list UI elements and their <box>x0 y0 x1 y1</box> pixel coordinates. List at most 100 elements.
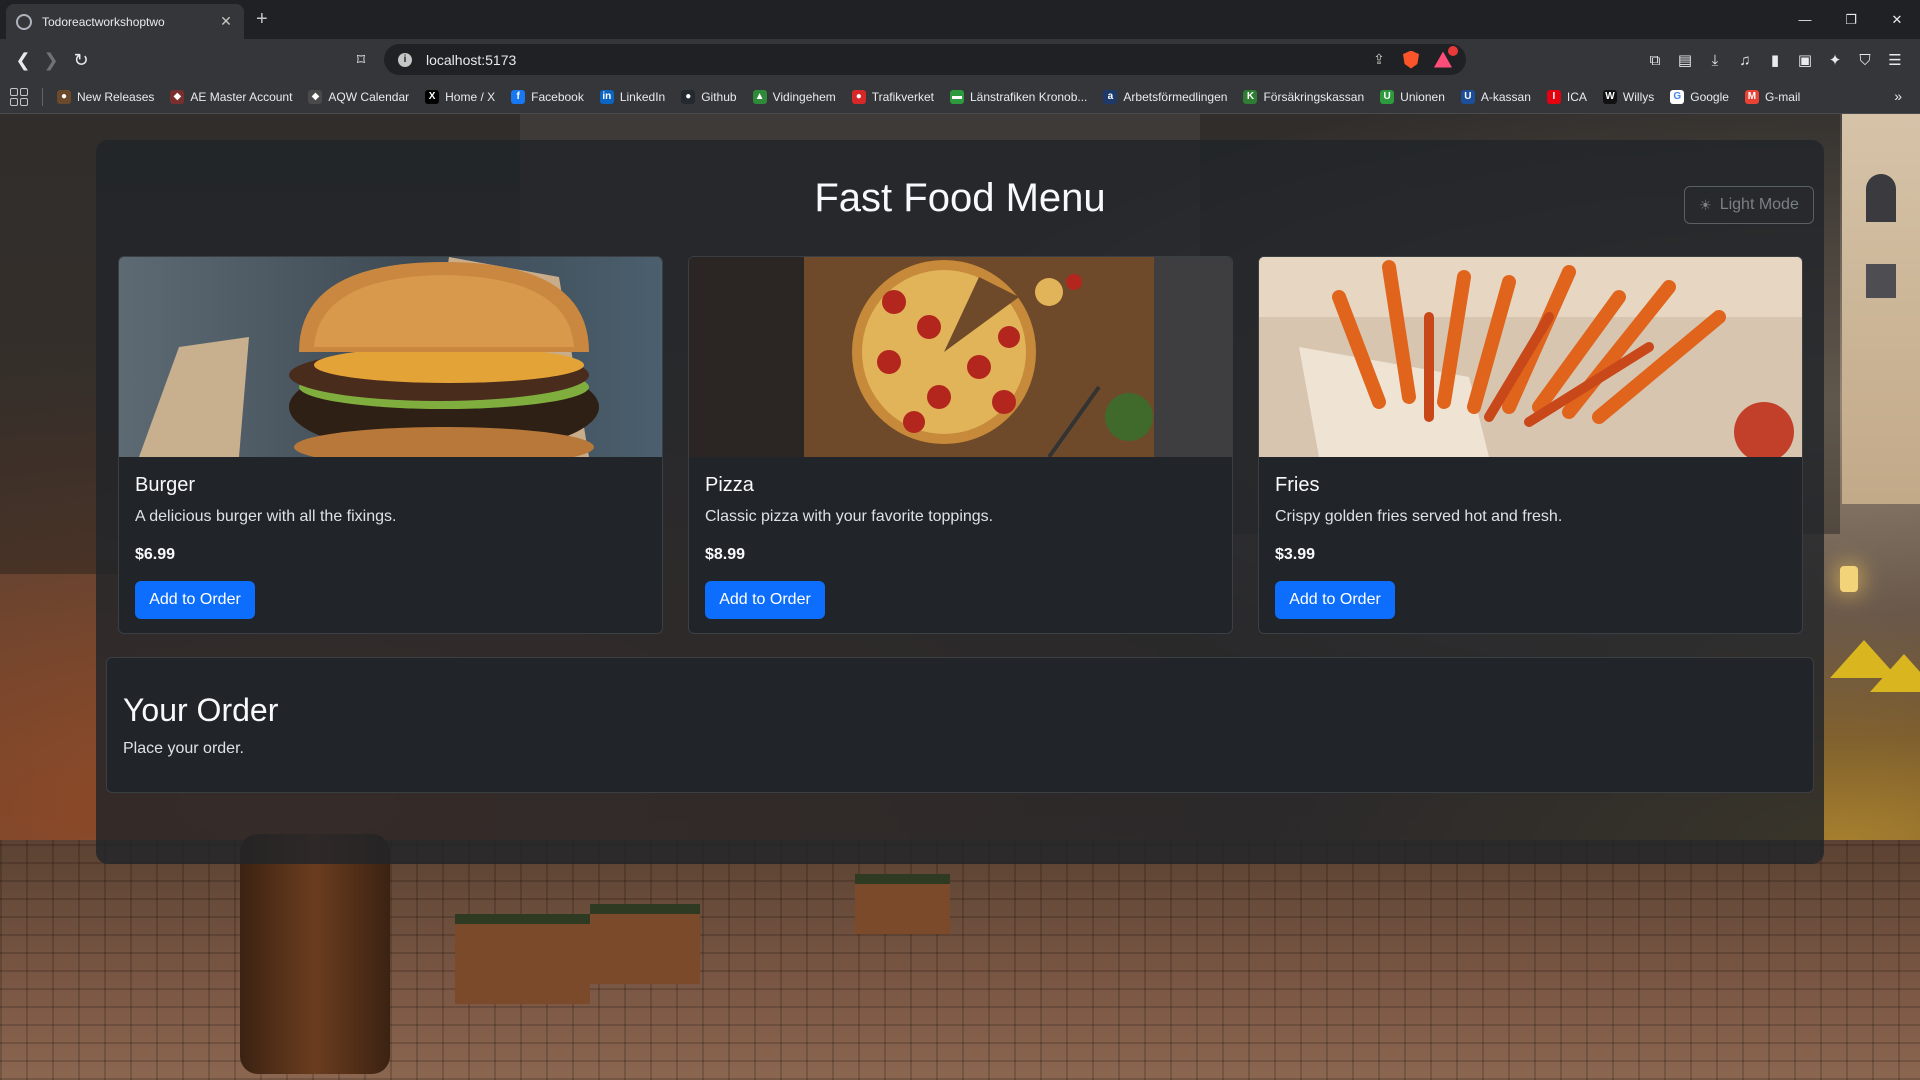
item-price: $6.99 <box>135 546 176 563</box>
bookmark-item[interactable]: f Facebook <box>511 89 584 104</box>
bookmark-favicon-icon: ▬ <box>949 89 964 104</box>
bookmark-item[interactable]: ● Trafikverket <box>851 89 934 104</box>
menu-card-fries: Fries Crispy golden fries served hot and… <box>1258 256 1803 634</box>
browser-tab[interactable]: Todoreactworkshoptwo ✕ <box>6 4 244 39</box>
bookmark-favicon-icon: ● <box>681 89 696 104</box>
extensions-icon[interactable]: ⧉ <box>1642 47 1668 73</box>
address-bar[interactable]: i localhost:5173 ⇪ <box>384 44 1466 75</box>
back-icon[interactable]: ❮ <box>10 47 36 73</box>
vpn-icon[interactable]: ⛉ <box>1852 47 1878 73</box>
reload-icon[interactable]: ↻ <box>68 47 94 73</box>
window-controls: — ❐ ✕ <box>1782 0 1920 39</box>
bookmark-favicon-icon: K <box>1243 89 1258 104</box>
downloads-icon[interactable]: ⤓ <box>1702 47 1728 73</box>
light-mode-label: Light Mode <box>1719 196 1799 213</box>
url-text[interactable]: localhost:5173 <box>426 52 1356 68</box>
tab-title: Todoreactworkshoptwo <box>42 14 165 29</box>
sidebar-icon[interactable]: ▮ <box>1762 47 1788 73</box>
forward-icon[interactable]: ❯ <box>38 47 64 73</box>
bookmark-favicon-icon: G <box>1670 89 1685 104</box>
bookmark-icon[interactable]: ⌑ <box>348 47 374 73</box>
tab-strip: Todoreactworkshoptwo ✕ + — ❐ ✕ <box>0 0 1920 39</box>
bookmark-label: Försäkringskassan <box>1263 89 1365 104</box>
planter <box>455 914 590 1004</box>
bookmark-favicon-icon: W <box>1602 89 1617 104</box>
bookmark-item[interactable]: K Försäkringskassan <box>1243 89 1365 104</box>
item-name: Burger <box>135 474 196 496</box>
bookmark-favicon-icon: ● <box>851 89 866 104</box>
bookmark-item[interactable]: ▲ Vidingehem <box>752 89 836 104</box>
bookmark-item[interactable]: a Arbetsförmedlingen <box>1103 89 1228 104</box>
new-tab-button[interactable]: + <box>256 6 268 32</box>
media-icon[interactable]: ♫ <box>1732 47 1758 73</box>
bookmark-item[interactable]: W Willys <box>1602 89 1654 104</box>
bookmark-item[interactable]: ● Github <box>681 89 737 104</box>
bookmark-favicon-icon: f <box>511 89 526 104</box>
bookmark-label: Länstrafiken Kronob... <box>969 89 1088 104</box>
more-bookmarks-icon[interactable]: » <box>1894 88 1902 104</box>
light-mode-button[interactable]: ☀ Light Mode <box>1684 186 1814 224</box>
bookmark-item[interactable]: I ICA <box>1546 89 1587 104</box>
bookmark-item[interactable]: ▬ Länstrafiken Kronob... <box>949 89 1088 104</box>
bookmark-favicon-icon: ◆ <box>308 89 323 104</box>
add-to-order-button[interactable]: Add to Order <box>705 581 825 619</box>
globe-icon <box>16 13 32 30</box>
menu-card-burger: Burger A delicious burger with all the f… <box>118 256 663 634</box>
bookmark-favicon-icon: U <box>1380 89 1395 104</box>
wallet-icon[interactable]: ▣ <box>1792 47 1818 73</box>
church-tower <box>1842 114 1920 504</box>
restore-icon[interactable]: ❐ <box>1828 0 1874 39</box>
apps-grid-icon[interactable] <box>10 87 28 106</box>
page-title: Fast Food Menu <box>814 176 1106 220</box>
card-body: Pizza Classic pizza with your favorite t… <box>705 473 1216 619</box>
item-price: $8.99 <box>705 546 746 563</box>
close-window-icon[interactable]: ✕ <box>1874 0 1920 39</box>
bookmark-item[interactable]: X Home / X <box>425 89 495 104</box>
bookmark-label: AQW Calendar <box>328 89 410 104</box>
bookmark-item[interactable]: U A-kassan <box>1460 89 1531 104</box>
brave-rewards-icon[interactable] <box>1434 45 1458 69</box>
item-price: $3.99 <box>1275 546 1316 563</box>
bookmark-item[interactable]: ● New Releases <box>57 89 155 104</box>
site-info-icon[interactable]: i <box>398 52 412 67</box>
bookmark-item[interactable]: G Google <box>1670 89 1729 104</box>
brave-shields-icon[interactable] <box>1402 50 1420 69</box>
page-background: Fast Food Menu ☀ Light Mode Burger A del… <box>0 114 1920 1080</box>
menu-cards: Burger A delicious burger with all the f… <box>118 256 1803 634</box>
bookmark-item[interactable]: U Unionen <box>1380 89 1445 104</box>
tab-search-icon[interactable]: ▤ <box>1672 47 1698 73</box>
bookmarks-divider <box>42 87 43 106</box>
pizza-image <box>689 257 1232 457</box>
card-body: Fries Crispy golden fries served hot and… <box>1275 473 1786 619</box>
menu-icon[interactable]: ☰ <box>1882 47 1908 73</box>
bookmark-favicon-icon: a <box>1103 89 1118 104</box>
bookmark-label: Trafikverket <box>871 89 934 104</box>
item-name: Fries <box>1275 474 1320 496</box>
add-to-order-button[interactable]: Add to Order <box>135 581 255 619</box>
market-umbrella <box>1870 654 1920 692</box>
bookmark-item[interactable]: ◆ AQW Calendar <box>308 89 410 104</box>
street-lamp <box>1840 566 1858 592</box>
share-icon[interactable]: ⇪ <box>1370 51 1388 69</box>
planter <box>590 904 700 984</box>
minimize-icon[interactable]: — <box>1782 0 1828 39</box>
bookmark-favicon-icon: X <box>425 89 440 104</box>
bookmark-label: ICA <box>1566 89 1587 104</box>
bookmark-label: Arbetsförmedlingen <box>1123 89 1228 104</box>
bookmark-item[interactable]: M G-mail <box>1744 89 1800 104</box>
bookmark-favicon-icon: M <box>1744 89 1759 104</box>
bookmark-label: AE Master Account <box>190 89 293 104</box>
leo-ai-icon[interactable]: ✦ <box>1822 47 1848 73</box>
item-description: Crispy golden fries served hot and fresh… <box>1275 508 1563 525</box>
bookmark-item[interactable]: in LinkedIn <box>599 89 665 104</box>
bookmark-label: New Releases <box>77 89 155 104</box>
bookmark-label: Unionen <box>1400 89 1445 104</box>
burger-image <box>119 257 662 457</box>
menu-app-container: Fast Food Menu ☀ Light Mode Burger A del… <box>96 140 1824 864</box>
bookmark-label: Github <box>701 89 737 104</box>
close-tab-icon[interactable]: ✕ <box>218 13 234 30</box>
add-to-order-button[interactable]: Add to Order <box>1275 581 1395 619</box>
bookmark-item[interactable]: ◆ AE Master Account <box>170 89 293 104</box>
item-name: Pizza <box>705 474 754 496</box>
bookmark-favicon-icon: U <box>1460 89 1475 104</box>
